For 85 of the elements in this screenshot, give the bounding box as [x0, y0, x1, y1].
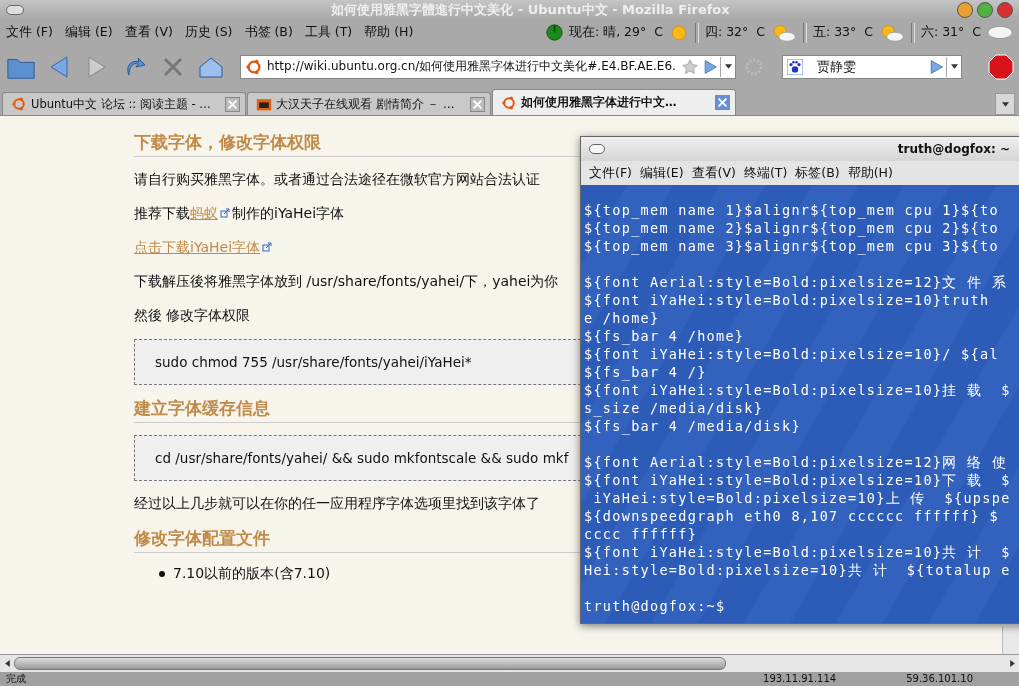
external-link-icon [262, 242, 273, 252]
close-button[interactable] [997, 2, 1013, 18]
site-icon [501, 94, 517, 111]
terminal-line: ${font iYaHei:style=Bold:pixelsize=10}/ ${al [584, 345, 1000, 363]
scroll-left-icon[interactable] [3, 660, 11, 667]
menu-item[interactable]: 编辑 (E) [64, 24, 113, 41]
terminal-line: ${font Aerial:style=Bold:pixelsize=12}文 件 系 [584, 273, 1008, 291]
tab-list-button[interactable] [995, 93, 1015, 115]
sun-cloud-icon [879, 23, 905, 42]
close-tab-icon[interactable] [225, 96, 240, 112]
site-icon [245, 57, 263, 76]
ip-address: 59.36.101.10 [906, 673, 973, 685]
window-menu-button[interactable] [589, 144, 605, 154]
terminal-line: ${top_mem name 1}$alignr${top_mem cpu 1}${to [584, 201, 1000, 219]
list-item: 7.10以前的版本(含7.10) [173, 565, 331, 583]
window-title: truth@dogfox: ~ [897, 142, 1010, 156]
minimize-button[interactable] [957, 2, 973, 18]
star-icon[interactable] [682, 58, 698, 75]
menu-item[interactable]: 历史 (S) [184, 24, 233, 41]
caret-icon[interactable] [724, 63, 732, 70]
terminal-line: Hei:style=Bold:pixelsize=10}共 计 ${totalup e [584, 561, 1012, 579]
paragraph: 请自行购买雅黑字体。或者通过合法途径在微软官方网站合法认证 [134, 170, 540, 189]
menu-item[interactable]: 标签(B) [795, 164, 840, 182]
terminal-line: iYaHei:style=Bold:pixelsize=10}上 传 ${upspe [592, 489, 1012, 507]
stop-sign-icon[interactable] [988, 53, 1014, 80]
weather-text: 现在: 晴, 29° C [569, 24, 663, 41]
menu-item[interactable]: 书签 (B) [244, 24, 293, 41]
terminal-line: e /home} [584, 309, 661, 327]
paragraph: 下载解压後将雅黑字体放到 /usr/share/fonts/yahei/下，yahei为你 [134, 272, 559, 291]
menu-item[interactable]: 帮助 (H) [364, 24, 414, 41]
terminal-line: ${font Aerial:style=Bold:pixelsize=12}网 络 使 [584, 453, 1008, 471]
window-title: 如何使用雅黑字體進行中文美化 - Ubuntu中文 - Mozilla Firefox [330, 1, 731, 19]
menu-item[interactable]: 查看 (V) [124, 24, 173, 41]
address-field[interactable]: http://wiki.ubuntu.org.cn/如何使用雅黑字体进行中文美化#.E4.BF.AE.E6. [240, 54, 736, 79]
terminal-line: ${font iYaHei:style=Bold:pixelsize=10}挂 载 $ [584, 381, 1012, 399]
status-text: 完成 [6, 673, 26, 685]
weather-text: 四: 32° C [704, 24, 765, 41]
go-icon[interactable] [702, 58, 718, 75]
paragraph: 推荐下载蚂蚁 制作的iYaHei字体 [134, 204, 345, 223]
terminal-line: truth@dogfox:~$ [584, 597, 727, 615]
weather-text: 五: 33° C [812, 24, 873, 41]
terminal-line: ${font iYaHei:style=Bold:pixelsize=10}truth [584, 291, 991, 309]
menu-item[interactable]: 查看(V) [691, 164, 736, 182]
terminal-line: ${downspeedgraph eth0 8,107 cccccc ffffff} $ [584, 507, 1000, 525]
terminal-line: ${top_mem name 3}$alignr${top_mem cpu 3}${to [584, 237, 1000, 255]
caret-icon [1001, 100, 1009, 108]
menu-item[interactable]: 文件(F) [589, 164, 632, 182]
terminal-line: cccc ffffff} [584, 525, 699, 543]
close-tab-icon[interactable] [715, 95, 730, 110]
menu-item[interactable]: 编辑(E) [639, 164, 684, 182]
status-light-icon[interactable] [546, 24, 563, 41]
paragraph: 经过以上几步就可以在你的任一应用程序字体选项里找到该字体了 [134, 494, 540, 513]
tab[interactable]: 大汉天子在线观看 剧情简介 － … [247, 92, 491, 115]
terminal-line: ${font iYaHei:style=Bold:pixelsize=10}共 计 $ [584, 543, 1012, 561]
tab[interactable]: Ubuntu中文 论坛 :: 阅读主题 - … [2, 92, 246, 115]
terminal-line: ${font iYaHei:style=Bold:pixelsize=10}下 载 $ [584, 471, 1012, 489]
tab[interactable]: 如何使用雅黑字体进行中文… [492, 89, 736, 115]
bullet-icon [159, 571, 165, 577]
cloud-icon [987, 26, 1013, 39]
horizontal-scrollbar[interactable] [0, 654, 1019, 672]
ip-address: 193.11.91.114 [763, 673, 837, 685]
external-link-icon [220, 208, 230, 218]
site-icon [11, 96, 27, 112]
scroll-right-icon[interactable] [1008, 660, 1016, 667]
menu-item[interactable]: 工具 (T) [304, 24, 353, 41]
terminal-line: ${top_mem name 2}$alignr${top_mem cpu 2}${to [584, 219, 1000, 237]
maximize-button[interactable] [977, 2, 993, 18]
menu-item[interactable]: 帮助(H) [847, 164, 893, 182]
vertical-scrollbar[interactable] [1002, 626, 1019, 654]
tv-icon [256, 96, 272, 112]
weather-text: 六: 31° C [921, 24, 981, 41]
search-field[interactable]: 贾静雯 [782, 54, 962, 79]
terminal-line: s_size /media/disk} [584, 399, 765, 417]
paw-icon[interactable] [787, 58, 803, 75]
window-menu-button[interactable] [6, 5, 24, 15]
paragraph: 然後 修改字体权限 [134, 306, 251, 325]
menu-item[interactable]: 文件 (F) [6, 24, 53, 41]
scrollbar-thumb[interactable] [14, 657, 726, 670]
caret-icon[interactable] [950, 63, 958, 70]
close-tab-icon[interactable] [470, 96, 485, 112]
menu-item[interactable]: 终端(T) [743, 164, 788, 182]
terminal-line: ${fs_bar 4 /media/disk} [584, 417, 802, 435]
terminal-line: ${fs_bar 4 /home} [584, 327, 746, 345]
terminal-line: ${fs_bar 4 /} [584, 363, 708, 381]
go-icon[interactable] [928, 58, 944, 75]
